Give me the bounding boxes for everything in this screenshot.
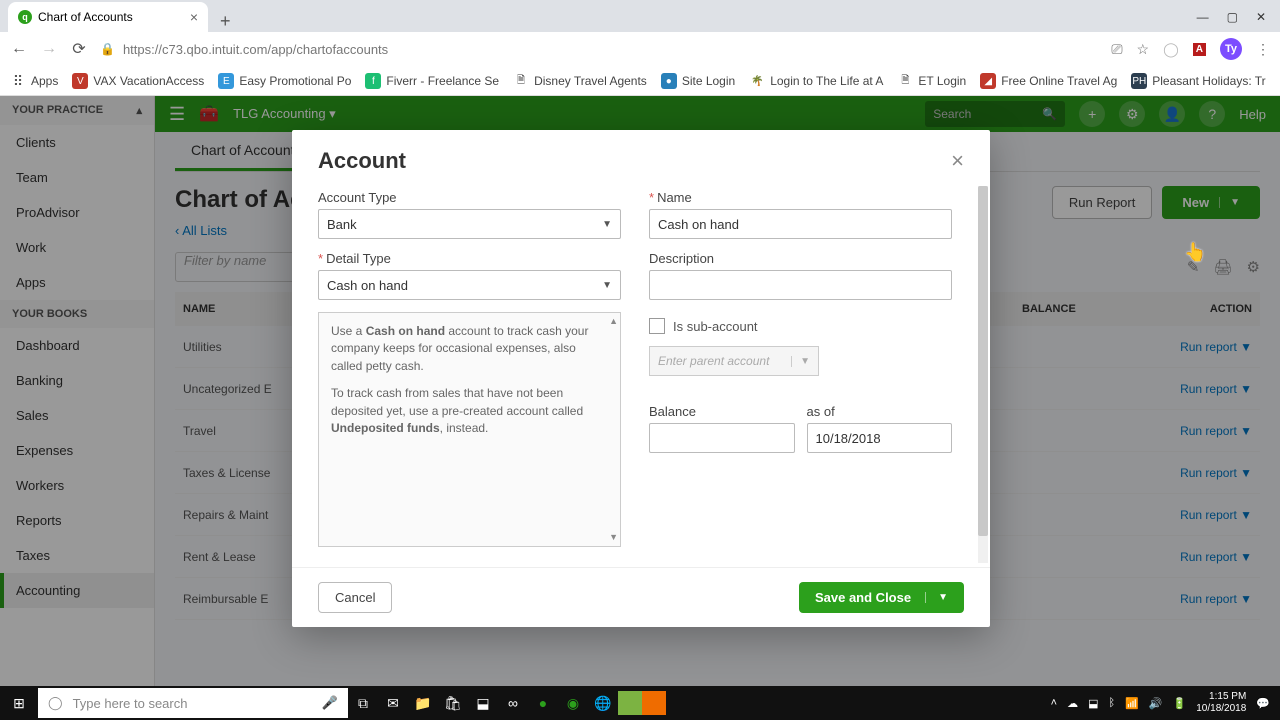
name-label: *Name: [649, 190, 952, 205]
tab-bar: q Chart of Accounts × + — ▢ ✕: [0, 0, 1280, 32]
detail-type-label: *Detail Type: [318, 251, 621, 266]
balance-label: Balance: [649, 404, 795, 419]
start-button[interactable]: ⊞: [0, 695, 38, 712]
chrome-icon[interactable]: 🌐: [588, 688, 618, 718]
caret-icon: ▼: [602, 280, 612, 291]
forward-icon: →: [40, 40, 58, 58]
name-input[interactable]: [649, 209, 952, 239]
tray-up-icon[interactable]: ˄: [1051, 697, 1057, 709]
wifi-icon[interactable]: 📶: [1125, 697, 1139, 710]
app-icon[interactable]: [618, 691, 642, 715]
modal-title: Account: [318, 148, 406, 174]
description-input[interactable]: [649, 270, 952, 300]
volume-icon[interactable]: 🔊: [1149, 697, 1163, 710]
tab-title: Chart of Accounts: [38, 10, 133, 24]
bookmark-item[interactable]: VVAX VacationAccess: [72, 73, 204, 89]
asof-input[interactable]: [807, 423, 953, 453]
save-and-close-button[interactable]: Save and Close▼: [799, 582, 964, 613]
detail-type-select[interactable]: Cash on hand▼: [318, 270, 621, 300]
close-window-icon[interactable]: ✕: [1256, 10, 1266, 24]
description-label: Description: [649, 251, 952, 266]
caret-icon: ▼: [602, 219, 612, 230]
sub-account-label: Is sub-account: [673, 319, 758, 334]
cortana-icon: ◯: [48, 695, 63, 711]
apps-shortcut[interactable]: ⠿Apps: [10, 73, 58, 89]
cancel-button[interactable]: Cancel: [318, 582, 392, 613]
detail-help-box: ▲ Use a Cash on hand account to track ca…: [318, 312, 621, 547]
dropbox-tray-icon[interactable]: ⬓: [1088, 697, 1098, 710]
address-bar: ← → ⟳ 🔒 https://c73.qbo.intuit.com/app/c…: [0, 32, 1280, 66]
bookmark-item[interactable]: 🗎Disney Travel Agents: [513, 73, 647, 89]
reload-icon[interactable]: ⟳: [70, 39, 88, 59]
back-icon[interactable]: ←: [10, 40, 28, 58]
star-icon[interactable]: ☆: [1137, 41, 1150, 58]
notifications-icon[interactable]: 💬: [1256, 697, 1270, 710]
modal-left-column: Account Type Bank▼ *Detail Type Cash on …: [318, 190, 621, 547]
caret-icon: ▼: [791, 356, 810, 367]
minimize-icon[interactable]: —: [1197, 10, 1209, 24]
pdf-icon[interactable]: A: [1193, 43, 1206, 56]
translate-icon[interactable]: ⎚: [1111, 41, 1122, 58]
menu-icon[interactable]: ⋮: [1256, 41, 1270, 58]
bookmark-item[interactable]: 🌴Login to The Life at A: [749, 73, 883, 89]
dropbox-icon[interactable]: ⬓: [468, 688, 498, 718]
browser-tab[interactable]: q Chart of Accounts ×: [8, 2, 208, 32]
explorer-icon[interactable]: 📁: [408, 688, 438, 718]
store-icon[interactable]: 🛍: [438, 688, 468, 718]
parent-account-select[interactable]: Enter parent account▼: [649, 346, 819, 376]
bookmark-item[interactable]: ◢Free Online Travel Ag: [980, 73, 1117, 89]
windows-taskbar: ⊞ ◯Type here to search🎤 ⧉ ✉ 📁 🛍 ⬓ ∞ ● ◉ …: [0, 686, 1280, 720]
bookmark-item[interactable]: EEasy Promotional Po: [218, 73, 351, 89]
taskbar-search[interactable]: ◯Type here to search🎤: [38, 688, 348, 718]
maximize-icon[interactable]: ▢: [1227, 10, 1238, 24]
qbo-favicon: q: [18, 10, 32, 24]
balance-input[interactable]: [649, 423, 795, 453]
app-icon[interactable]: ∞: [498, 688, 528, 718]
chevron-down-icon[interactable]: ▼: [925, 592, 948, 603]
profile-avatar[interactable]: Ty: [1220, 38, 1242, 60]
task-view-icon[interactable]: ⧉: [348, 688, 378, 718]
browser-chrome: q Chart of Accounts × + — ▢ ✕ ← → ⟳ 🔒 ht…: [0, 0, 1280, 96]
mic-icon[interactable]: 🎤: [322, 695, 338, 711]
bookmark-item[interactable]: ●Site Login: [661, 73, 735, 89]
onedrive-icon[interactable]: ☁: [1067, 697, 1078, 710]
close-modal-icon[interactable]: ×: [951, 148, 964, 174]
bookmarks-bar: ⠿Apps VVAX VacationAccess EEasy Promotio…: [0, 66, 1280, 96]
account-type-select[interactable]: Bank▼: [318, 209, 621, 239]
bookmark-item[interactable]: fFiverr - Freelance Se: [365, 73, 499, 89]
qbo-icon[interactable]: ●: [528, 688, 558, 718]
url-text: https://c73.qbo.intuit.com/app/chartofac…: [123, 42, 388, 57]
bluetooth-icon[interactable]: ᛒ: [1109, 697, 1116, 709]
modal-right-column: *Name Description Is sub-account Enter p…: [649, 190, 964, 547]
app-icon[interactable]: [642, 691, 666, 715]
modal-scrollbar-thumb[interactable]: [978, 186, 988, 536]
app-icon[interactable]: ◉: [558, 688, 588, 718]
mail-icon[interactable]: ✉: [378, 688, 408, 718]
account-modal: Account × Account Type Bank▼ *Detail Typ…: [292, 130, 990, 627]
bookmark-item[interactable]: PHPleasant Holidays: Tr: [1131, 73, 1265, 89]
sub-account-checkbox[interactable]: [649, 318, 665, 334]
battery-icon[interactable]: 🔋: [1173, 697, 1187, 710]
new-tab-button[interactable]: +: [208, 11, 243, 32]
asof-label: as of: [807, 404, 953, 419]
account-type-label: Account Type: [318, 190, 621, 205]
taskbar-clock[interactable]: 1:15 PM10/18/2018: [1196, 691, 1246, 715]
close-tab-icon[interactable]: ×: [190, 9, 198, 25]
lock-icon: 🔒: [100, 42, 115, 56]
bookmark-item[interactable]: 🗎ET Login: [897, 73, 966, 89]
url-field[interactable]: 🔒 https://c73.qbo.intuit.com/app/chartof…: [100, 42, 1099, 57]
ext-icon[interactable]: ◯: [1163, 41, 1179, 58]
window-controls: — ▢ ✕: [1183, 2, 1280, 32]
